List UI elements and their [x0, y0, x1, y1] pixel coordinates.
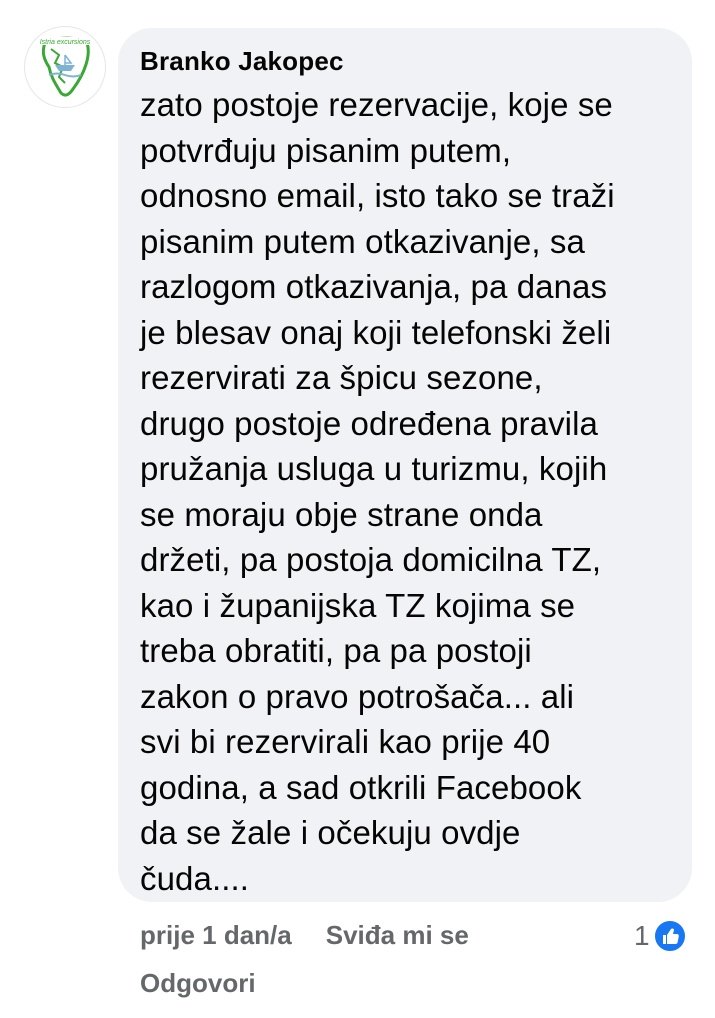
comment-bubble[interactable]: Branko Jakopec zato postoje rezervacije,… — [118, 28, 692, 902]
like-button[interactable]: Sviđa mi se — [326, 920, 469, 950]
comment-action-row: prije 1 dan/a Sviđa mi se — [140, 918, 469, 952]
like-thumb-icon — [652, 919, 687, 953]
previous-comment-actions-fragment — [100, 0, 220, 6]
avatar[interactable]: Istria excursions — [24, 26, 106, 108]
reaction-summary[interactable]: 1 — [634, 916, 688, 956]
reaction-count: 1 — [634, 920, 650, 951]
comment-screen: Istria excursions Branko Jakopec zato po… — [0, 0, 715, 1018]
comment-timestamp[interactable]: prije 1 dan/a — [140, 920, 292, 950]
comment-author-name[interactable]: Branko Jakopec — [140, 44, 670, 78]
comment-body-text: zato postoje rezervacije, koje se potvrđ… — [140, 86, 615, 897]
crtica-excursion-logo-icon: Istria excursions — [26, 28, 104, 106]
svg-text:Istria excursions: Istria excursions — [40, 39, 91, 46]
reply-button[interactable]: Odgovori — [140, 966, 256, 1000]
